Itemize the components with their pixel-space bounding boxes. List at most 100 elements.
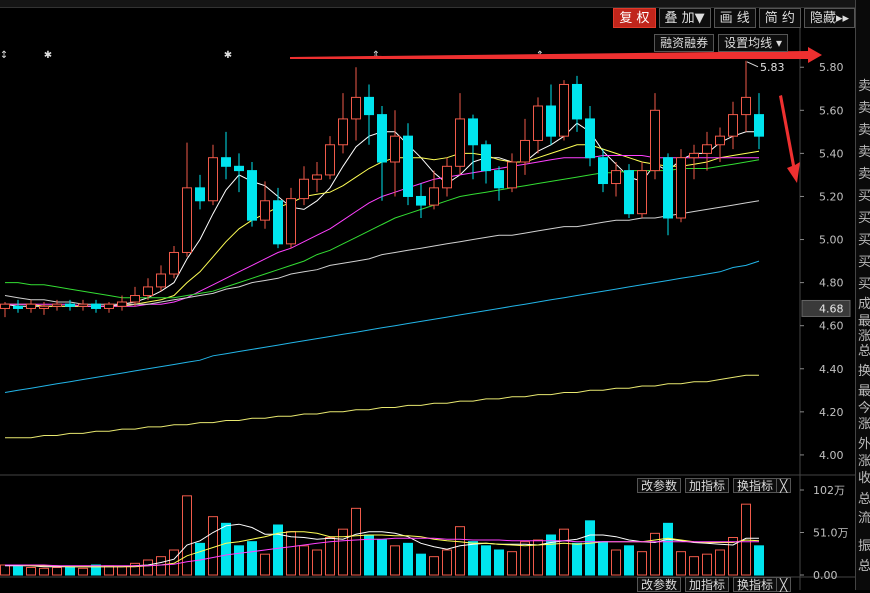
quote-panel-label-char: 总 <box>858 559 870 574</box>
volume-bar-up <box>78 567 88 576</box>
candle-body-up <box>533 105 543 141</box>
ma-settings-dropdown[interactable]: 设置均线 ▾ <box>718 34 788 52</box>
event-marker-icon: ↕ <box>0 50 8 61</box>
candle-body-down <box>13 305 23 309</box>
candles: 5.83 <box>0 60 785 318</box>
max-price-label: 5.83 <box>760 61 785 74</box>
change-params-button[interactable]: 改参数 <box>637 478 682 493</box>
quote-panel-label-char: 最 <box>858 384 870 399</box>
candle-body-down <box>195 187 205 202</box>
draw-line-button[interactable]: 画 线 <box>713 8 756 28</box>
quote-panel-label-char: 买 <box>858 255 870 270</box>
candle-body-down <box>364 96 374 116</box>
volume-bar-up <box>0 564 10 576</box>
volume-bar-down <box>364 534 374 576</box>
simple-mode-button[interactable]: 简 约 <box>758 8 801 28</box>
candle-body-up <box>715 135 725 146</box>
price-grid <box>0 8 855 590</box>
quote-panel-label-char: 卖 <box>858 101 870 116</box>
price-tick-label: 5.80 <box>819 61 844 74</box>
candle-body-down <box>585 118 595 159</box>
candle-body-up <box>676 157 686 219</box>
quote-panel-label-char: 最 <box>858 314 870 329</box>
candle-body-up <box>702 144 712 154</box>
quote-panel-label-char: 涨 <box>858 454 870 469</box>
volume-tick-label: 102万 <box>813 484 845 497</box>
candle-body-up <box>156 273 166 288</box>
volume-bar-up <box>182 495 192 576</box>
margin-trading-button[interactable]: 融资融券 <box>654 34 715 52</box>
event-marker-icon: ⇕ <box>372 50 380 61</box>
candle-body-up <box>442 165 452 189</box>
candle-body-up <box>429 187 439 206</box>
volume-bar-up <box>143 559 153 576</box>
volume-bar-up <box>104 565 114 576</box>
candle-body-up <box>286 198 296 245</box>
candle-body-down <box>546 105 556 137</box>
candle-body-up <box>260 200 270 221</box>
candle-body-up <box>611 170 621 185</box>
close-indicator-icon[interactable]: ╳ <box>776 478 792 493</box>
volume-bar-down <box>403 542 413 576</box>
chart-subtoolbar: 融资融券 设置均线 ▾ <box>654 34 788 52</box>
add-indicator-button[interactable]: 加指标 <box>685 478 730 493</box>
quote-panel-label-char: 买 <box>858 233 870 248</box>
candle-body-up <box>208 157 218 202</box>
volume-bar-up <box>351 507 361 576</box>
candle-body-up <box>143 286 153 297</box>
candle-body-down <box>65 303 75 307</box>
quote-panel-label-char: 外 <box>858 437 870 452</box>
candle-body-down <box>481 144 491 172</box>
volume-bar-up <box>715 549 725 576</box>
price-tick-label: 5.00 <box>819 234 844 247</box>
volume-bar-up <box>520 541 530 576</box>
volume-bar-up <box>442 549 452 576</box>
candle-body-up <box>728 114 738 137</box>
ma250-line <box>5 374 759 439</box>
volume-bar-down <box>221 522 231 576</box>
price-tick-label: 5.60 <box>819 104 844 117</box>
candle-body-up <box>520 139 530 163</box>
price-tick-label: 4.60 <box>819 320 844 333</box>
volume-bar-up <box>208 516 218 576</box>
volume-bar-up <box>117 566 127 576</box>
candle-body-down <box>572 83 582 120</box>
candle-body-up <box>169 251 179 275</box>
volume-bar-up <box>52 567 62 576</box>
candle-body-up <box>299 178 309 200</box>
overlay-dropdown-button[interactable]: 叠 加▼ <box>658 8 711 28</box>
downward-trend-arrow <box>779 95 800 183</box>
price-tick-label: 5.20 <box>819 190 844 203</box>
volume-bar-down <box>234 545 244 576</box>
candle-body-up <box>0 303 10 309</box>
quote-panel-label-char: 涨 <box>858 329 870 344</box>
candle-body-up <box>104 303 114 309</box>
candle-body-down <box>377 114 387 163</box>
price-tick-label: 4.20 <box>819 406 844 419</box>
quote-panel-label-char: 卖 <box>858 167 870 182</box>
volume-bar-up <box>390 545 400 576</box>
volume-bar-down <box>377 539 387 576</box>
quote-panel-label-char: 买 <box>858 277 870 292</box>
candle-body-up <box>182 187 192 253</box>
max-price-pointer <box>746 61 759 68</box>
hide-panel-button[interactable]: 隐藏▸▸ <box>803 8 855 28</box>
quote-panel-label-char: 成 <box>858 297 870 312</box>
event-marker-icon: ✱ <box>224 50 232 61</box>
current-price-label: 4.68 <box>819 302 844 315</box>
restore-rights-button[interactable]: 复 权 <box>613 8 656 28</box>
switch-indicator-button[interactable]: 换指标 <box>733 478 778 493</box>
volume-bar-down <box>754 545 764 576</box>
volume-bar-up <box>299 545 309 576</box>
volume-bar-up <box>260 553 270 576</box>
candle-body-up <box>39 305 49 309</box>
quote-panel-label-char: 卖 <box>858 79 870 94</box>
quote-panel-label-char: 收 <box>858 471 870 486</box>
price-tick-label: 5.40 <box>819 147 844 160</box>
volume-bar-up <box>689 556 699 576</box>
candle-body-up <box>741 96 751 116</box>
candle-body-up <box>117 301 127 307</box>
volume-bar-up <box>286 531 296 576</box>
volume-bar-up <box>676 551 686 576</box>
quote-panel-label-char: 流 <box>858 511 870 526</box>
